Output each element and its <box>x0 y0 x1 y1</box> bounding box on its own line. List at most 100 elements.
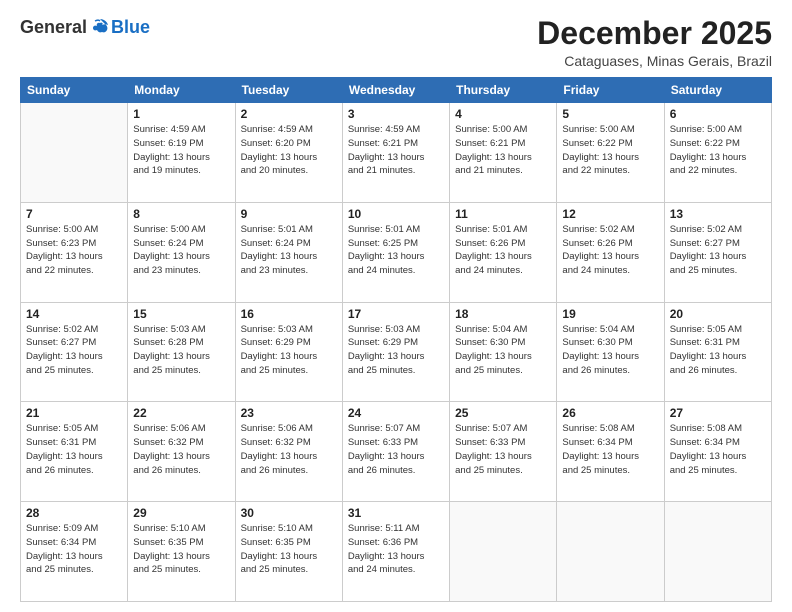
calendar-cell: 10Sunrise: 5:01 AMSunset: 6:25 PMDayligh… <box>342 202 449 302</box>
day-number: 21 <box>26 406 122 420</box>
calendar-cell: 31Sunrise: 5:11 AMSunset: 6:36 PMDayligh… <box>342 502 449 602</box>
day-content-line: and 19 minutes. <box>133 165 201 176</box>
day-content-line: Daylight: 13 hours <box>562 451 639 462</box>
month-title: December 2025 <box>537 16 772 51</box>
day-content-line: Sunset: 6:19 PM <box>133 138 203 149</box>
day-content-line: Sunrise: 5:04 AM <box>562 324 634 335</box>
calendar-cell: 17Sunrise: 5:03 AMSunset: 6:29 PMDayligh… <box>342 302 449 402</box>
calendar-cell: 13Sunrise: 5:02 AMSunset: 6:27 PMDayligh… <box>664 202 771 302</box>
day-content-line: Daylight: 13 hours <box>241 351 318 362</box>
day-number: 5 <box>562 107 658 121</box>
day-number: 22 <box>133 406 229 420</box>
day-content-line: and 23 minutes. <box>241 265 309 276</box>
day-number: 6 <box>670 107 766 121</box>
day-number: 11 <box>455 207 551 221</box>
day-content-line: Sunrise: 5:00 AM <box>26 224 98 235</box>
day-content-line: Daylight: 13 hours <box>348 152 425 163</box>
day-number: 7 <box>26 207 122 221</box>
day-content-line: Daylight: 13 hours <box>26 551 103 562</box>
day-content: Sunrise: 5:08 AMSunset: 6:34 PMDaylight:… <box>670 422 766 477</box>
day-content-line: Daylight: 13 hours <box>133 551 210 562</box>
day-content-line: Sunrise: 4:59 AM <box>241 124 313 135</box>
day-content-line: Daylight: 13 hours <box>455 251 532 262</box>
day-content-line: and 25 minutes. <box>670 465 738 476</box>
day-content-line: Sunset: 6:25 PM <box>348 238 418 249</box>
day-content: Sunrise: 4:59 AMSunset: 6:21 PMDaylight:… <box>348 123 444 178</box>
day-content-line: Sunset: 6:34 PM <box>670 437 740 448</box>
day-number: 14 <box>26 307 122 321</box>
day-content-line: Sunrise: 5:01 AM <box>241 224 313 235</box>
day-content: Sunrise: 5:06 AMSunset: 6:32 PMDaylight:… <box>133 422 229 477</box>
day-content-line: Sunrise: 5:05 AM <box>26 423 98 434</box>
day-content-line: and 25 minutes. <box>670 265 738 276</box>
day-content: Sunrise: 5:01 AM Sunset: 6:26 PM Daylight:… <box>455 223 551 278</box>
logo: General Blue <box>20 16 150 38</box>
day-content-line: Sunset: 6:34 PM <box>562 437 632 448</box>
day-content-line: Sunrise: 5:02 AM <box>562 224 634 235</box>
day-content-line: and 25 minutes. <box>26 564 94 575</box>
day-number: 31 <box>348 506 444 520</box>
day-content-line: Sunrise: 5:01 AM <box>348 224 420 235</box>
day-content-line: Sunset: 6:22 PM <box>670 138 740 149</box>
calendar-cell: 1Sunrise: 4:59 AMSunset: 6:19 PMDaylight… <box>128 103 235 203</box>
page: General Blue December 2025 Cataguases, M… <box>0 0 792 612</box>
day-content: Sunrise: 5:04 AMSunset: 6:30 PMDaylight:… <box>562 323 658 378</box>
day-content: Sunrise: 5:09 AMSunset: 6:34 PMDaylight:… <box>26 522 122 577</box>
location-title: Cataguases, Minas Gerais, Brazil <box>537 53 772 69</box>
day-content-line: Daylight: 13 hours <box>26 451 103 462</box>
day-content-line: Daylight: 13 hours <box>455 351 532 362</box>
day-content-line: and 24 minutes. <box>348 265 416 276</box>
day-content-line: Sunset: 6:28 PM <box>133 337 203 348</box>
day-content-line: Sunset: 6:31 PM <box>670 337 740 348</box>
day-content-line: Sunset: 6:26 PM <box>455 238 525 249</box>
calendar-week-row: 1Sunrise: 4:59 AMSunset: 6:19 PMDaylight… <box>21 103 772 203</box>
day-content-line: and 22 minutes. <box>562 165 630 176</box>
day-content-line: and 24 minutes. <box>562 265 630 276</box>
day-content: Sunrise: 5:01 AMSunset: 6:24 PMDaylight:… <box>241 223 337 278</box>
day-content: Sunrise: 4:59 AMSunset: 6:20 PMDaylight:… <box>241 123 337 178</box>
calendar-cell: 24Sunrise: 5:07 AMSunset: 6:33 PMDayligh… <box>342 402 449 502</box>
day-content-line: Sunrise: 5:08 AM <box>670 423 742 434</box>
day-content: Sunrise: 5:00 AMSunset: 6:22 PMDaylight:… <box>562 123 658 178</box>
day-content: Sunrise: 5:03 AMSunset: 6:29 PMDaylight:… <box>348 323 444 378</box>
logo-bird-icon <box>89 16 111 38</box>
day-content-line: Daylight: 13 hours <box>455 451 532 462</box>
calendar-cell: 29Sunrise: 5:10 AMSunset: 6:35 PMDayligh… <box>128 502 235 602</box>
day-content-line: Sunrise: 5:07 AM <box>455 423 527 434</box>
day-content: Sunrise: 5:00 AMSunset: 6:21 PMDaylight:… <box>455 123 551 178</box>
calendar-cell: 11 Sunrise: 5:01 AM Sunset: 6:26 PM Dayligh… <box>450 202 557 302</box>
day-content-line: and 26 minutes. <box>133 465 201 476</box>
col-thursday: Thursday <box>450 78 557 103</box>
day-content-line: Sunset: 6:20 PM <box>241 138 311 149</box>
day-content-line: Sunrise: 5:08 AM <box>562 423 634 434</box>
day-content-line: and 23 minutes. <box>133 265 201 276</box>
day-content-line: Daylight: 13 hours <box>133 152 210 163</box>
calendar-cell: 18Sunrise: 5:04 AMSunset: 6:30 PMDayligh… <box>450 302 557 402</box>
day-content: Sunrise: 5:02 AMSunset: 6:26 PMDaylight:… <box>562 223 658 278</box>
day-content-line: and 25 minutes. <box>133 365 201 376</box>
day-content: Sunrise: 5:03 AMSunset: 6:29 PMDaylight:… <box>241 323 337 378</box>
calendar-cell: 19Sunrise: 5:04 AMSunset: 6:30 PMDayligh… <box>557 302 664 402</box>
day-content: Sunrise: 5:07 AMSunset: 6:33 PMDaylight:… <box>348 422 444 477</box>
day-content-line: Sunrise: 5:03 AM <box>348 324 420 335</box>
day-number: 28 <box>26 506 122 520</box>
calendar-cell: 28 Sunrise: 5:09 AMSunset: 6:34 PMDayligh… <box>21 502 128 602</box>
day-number: 30 <box>241 506 337 520</box>
day-number: 23 <box>241 406 337 420</box>
day-content-line: Sunset: 6:35 PM <box>241 537 311 548</box>
logo-blue-text: Blue <box>111 17 150 38</box>
day-content-line: and 25 minutes. <box>241 564 309 575</box>
calendar-cell: 23Sunrise: 5:06 AMSunset: 6:32 PMDayligh… <box>235 402 342 502</box>
day-content: Sunrise: 5:05 AMSunset: 6:31 PMDaylight:… <box>670 323 766 378</box>
day-content-line: Sunrise: 5:01 AM <box>455 224 527 235</box>
day-content: Sunrise: 5:04 AMSunset: 6:30 PMDaylight:… <box>455 323 551 378</box>
day-content-line: and 25 minutes. <box>455 465 523 476</box>
calendar-cell: 21Sunrise: 5:05 AMSunset: 6:31 PMDayligh… <box>21 402 128 502</box>
col-monday: Monday <box>128 78 235 103</box>
day-content-line: Sunset: 6:27 PM <box>26 337 96 348</box>
col-friday: Friday <box>557 78 664 103</box>
day-content-line: and 25 minutes. <box>348 365 416 376</box>
day-content: Sunrise: 5:00 AMSunset: 6:24 PMDaylight:… <box>133 223 229 278</box>
day-content-line: Sunrise: 5:06 AM <box>133 423 205 434</box>
calendar-cell <box>557 502 664 602</box>
